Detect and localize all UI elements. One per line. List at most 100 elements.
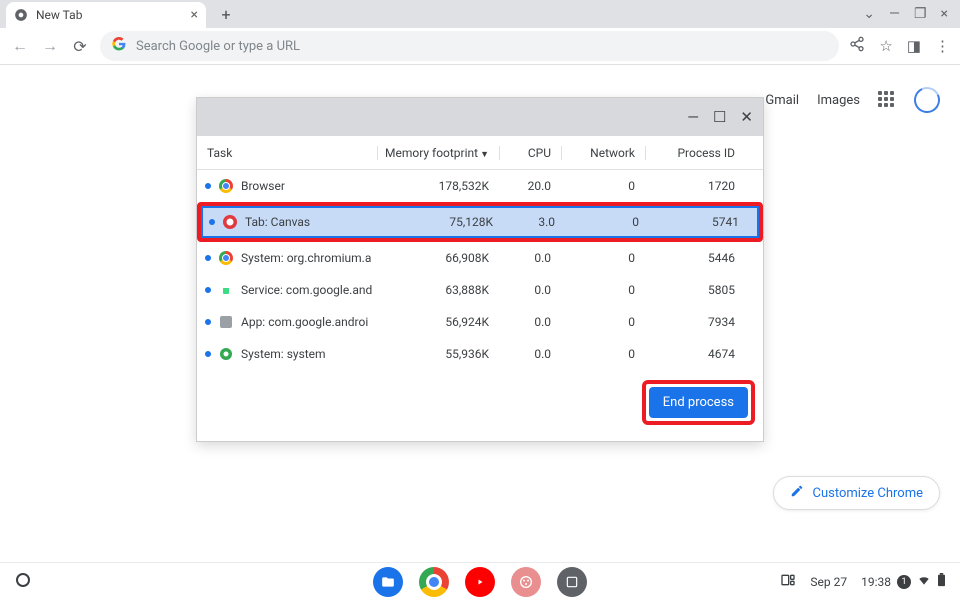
task-cpu: 0.0 — [499, 251, 561, 265]
launcher-icon[interactable] — [16, 573, 30, 587]
bullet-icon — [205, 319, 211, 325]
pencil-icon — [790, 484, 804, 502]
omnibox-placeholder: Search Google or type a URL — [136, 39, 300, 54]
task-name: System: org.chromium.a — [241, 251, 371, 265]
toolbar: ← → ⟳ Search Google or type a URL ☆ ◨ ⋮ — [0, 28, 960, 64]
gmail-link[interactable]: Gmail — [765, 93, 799, 108]
chrome-app-icon[interactable] — [419, 567, 449, 597]
column-network[interactable]: Network — [561, 146, 645, 160]
task-name: Tab: Canvas — [245, 215, 310, 229]
task-pid: 5446 — [645, 251, 745, 265]
task-pid: 7934 — [645, 315, 745, 329]
bullet-icon — [205, 255, 211, 261]
files-app-icon[interactable] — [373, 567, 403, 597]
bullet-icon — [205, 183, 211, 189]
task-name: App: com.google.androi — [241, 315, 368, 329]
column-pid[interactable]: Process ID — [645, 146, 745, 160]
bullet-icon — [209, 219, 215, 225]
maximize-icon[interactable]: ☐ — [713, 108, 726, 126]
shelf-apps — [373, 567, 587, 597]
forward-button[interactable]: → — [40, 36, 60, 56]
omnibox[interactable]: Search Google or type a URL — [100, 31, 839, 61]
google-header-links: Gmail Images — [765, 87, 940, 113]
chrome-icon — [219, 179, 233, 193]
task-memory: 63,888K — [377, 283, 499, 297]
chrome-favicon-icon — [14, 8, 28, 22]
page-content: Gmail Images — ☐ ✕ Task Memory footprint… — [0, 64, 960, 562]
task-name: Browser — [241, 179, 285, 193]
close-tab-icon[interactable]: × — [191, 7, 198, 23]
column-cpu[interactable]: CPU — [499, 146, 561, 160]
task-row[interactable]: Browser 178,532K 20.0 0 1720 — [197, 170, 763, 202]
notification-badge[interactable]: 1 — [897, 575, 911, 589]
task-manager-footer: End process — [197, 370, 763, 441]
minimize-icon[interactable]: — — [889, 6, 900, 22]
new-tab-button[interactable]: + — [214, 2, 238, 26]
share-icon[interactable] — [849, 36, 865, 56]
task-pid: 4674 — [645, 347, 745, 361]
column-task[interactable]: Task — [197, 146, 377, 160]
battery-icon — [937, 573, 946, 590]
canvas-app-icon[interactable] — [511, 567, 541, 597]
google-g-icon — [112, 37, 126, 55]
youtube-music-icon[interactable] — [465, 567, 495, 597]
task-cpu: 0.0 — [499, 283, 561, 297]
task-memory: 66,908K — [377, 251, 499, 265]
task-network: 0 — [561, 315, 645, 329]
google-apps-icon[interactable] — [878, 91, 896, 109]
task-name: Service: com.google.and — [241, 283, 372, 297]
highlighted-button-annotation: End process — [642, 380, 755, 425]
back-button[interactable]: ← — [10, 36, 30, 56]
task-cpu: 0.0 — [499, 315, 561, 329]
minimize-icon[interactable]: — — [687, 108, 699, 126]
wifi-icon — [917, 573, 931, 590]
task-cpu: 0.0 — [499, 347, 561, 361]
task-network: 0 — [561, 251, 645, 265]
task-row[interactable]: App: com.google.androi 56,924K 0.0 0 793… — [197, 306, 763, 338]
task-network: 0 — [561, 283, 645, 297]
task-row[interactable]: Tab: Canvas 75,128K 3.0 0 5741 — [201, 206, 759, 238]
account-avatar[interactable] — [910, 83, 943, 116]
browser-tab[interactable]: New Tab × — [6, 2, 206, 28]
task-row[interactable]: System: org.chromium.a 66,908K 0.0 0 544… — [197, 242, 763, 274]
task-pid: 5805 — [645, 283, 745, 297]
customize-label: Customize Chrome — [812, 486, 923, 501]
system-tray[interactable]: Sep 27 19:38 1 — [780, 572, 960, 591]
task-row[interactable]: Service: com.google.and 63,888K 0.0 0 58… — [197, 274, 763, 306]
overview-icon[interactable] — [780, 572, 796, 591]
task-network: 0 — [565, 215, 649, 229]
canvas-icon — [223, 215, 237, 229]
caret-down-icon[interactable]: ⌄ — [863, 6, 875, 22]
bullet-icon — [205, 287, 211, 293]
end-process-button[interactable]: End process — [649, 387, 748, 418]
chrome-icon — [219, 251, 233, 265]
terminal-app-icon[interactable] — [557, 567, 587, 597]
close-window-icon[interactable]: × — [941, 6, 948, 22]
side-panel-icon[interactable]: ◨ — [907, 37, 921, 55]
tab-title: New Tab — [36, 8, 82, 22]
column-memory[interactable]: Memory footprint▼ — [377, 146, 499, 160]
android-icon — [219, 283, 233, 297]
task-cpu: 3.0 — [503, 215, 565, 229]
reload-button[interactable]: ⟳ — [70, 37, 90, 56]
maximize-icon[interactable]: ❐ — [914, 6, 927, 22]
task-manager-header: Task Memory footprint▼ CPU Network Proce… — [197, 136, 763, 170]
customize-chrome-button[interactable]: Customize Chrome — [773, 476, 940, 510]
close-icon[interactable]: ✕ — [740, 108, 753, 126]
task-memory: 178,532K — [377, 179, 499, 193]
task-memory: 56,924K — [377, 315, 499, 329]
task-network: 0 — [561, 347, 645, 361]
menu-icon[interactable]: ⋮ — [935, 37, 950, 55]
tab-strip: New Tab × + ⌄ — ❐ × — [0, 0, 960, 28]
task-cpu: 20.0 — [499, 179, 561, 193]
task-manager-window: — ☐ ✕ Task Memory footprint▼ CPU Network… — [196, 97, 764, 442]
images-link[interactable]: Images — [817, 93, 860, 108]
sort-desc-icon: ▼ — [480, 150, 489, 160]
bookmark-icon[interactable]: ☆ — [879, 37, 892, 55]
task-network: 0 — [561, 179, 645, 193]
highlighted-row-annotation: Tab: Canvas 75,128K 3.0 0 5741 — [197, 202, 763, 242]
task-manager-titlebar[interactable]: — ☐ ✕ — [197, 98, 763, 136]
window-controls: ⌄ — ❐ × — [863, 6, 960, 22]
task-row[interactable]: System: system 55,936K 0.0 0 4674 — [197, 338, 763, 370]
task-memory: 55,936K — [377, 347, 499, 361]
